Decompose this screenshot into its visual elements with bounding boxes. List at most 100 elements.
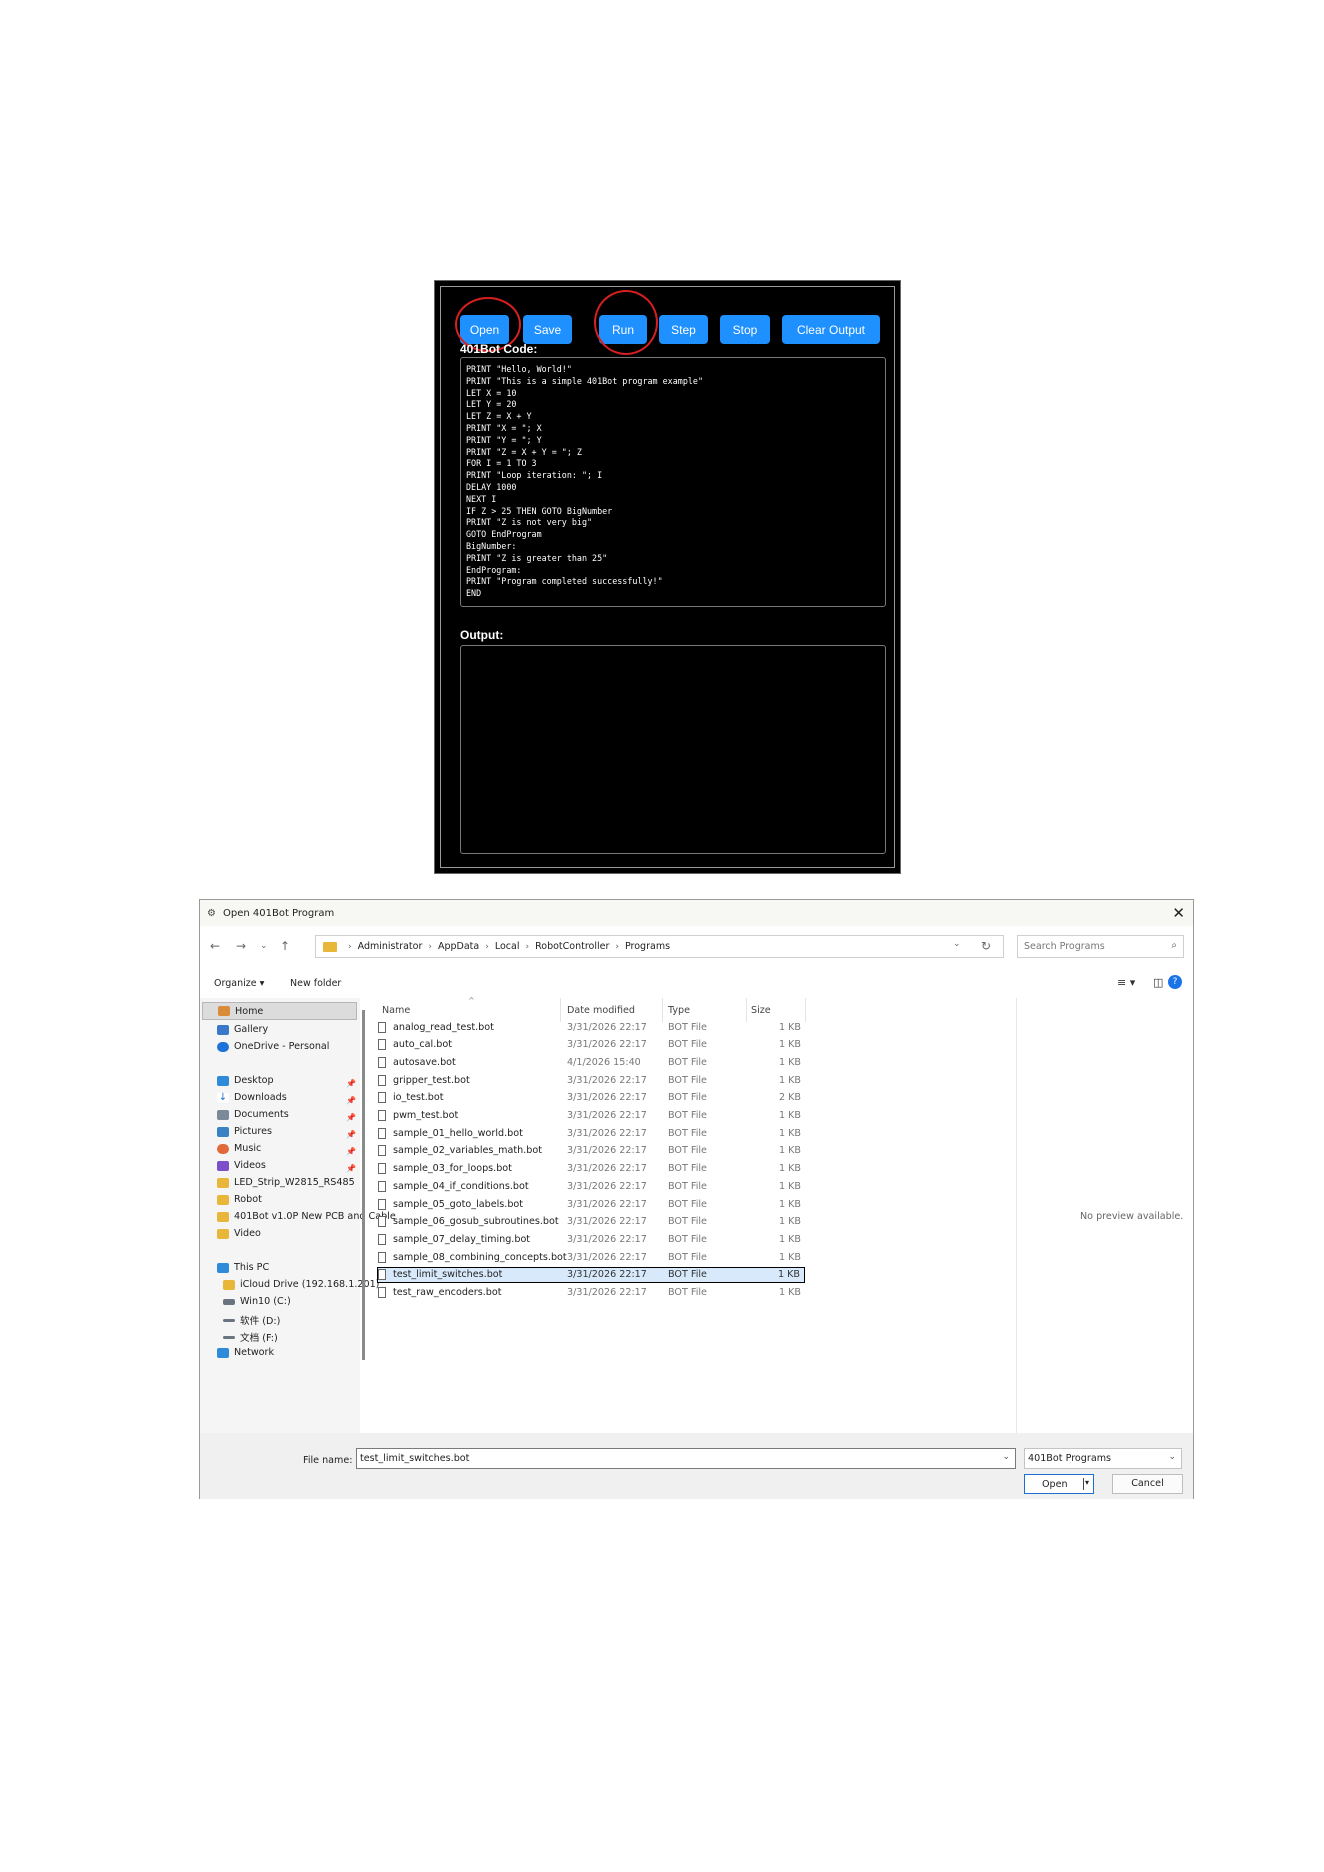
file-icon xyxy=(378,1269,386,1281)
nav-item-folder[interactable]: LED_Strip_W2815_RS485 xyxy=(217,1177,355,1188)
file-row[interactable]: sample_05_goto_labels.bot 3/31/2026 22:17… xyxy=(378,1196,805,1212)
file-type-cell: BOT File xyxy=(668,1180,707,1192)
file-date-cell: 3/31/2026 22:17 xyxy=(567,1021,647,1033)
file-size-cell: 1 KB xyxy=(778,1251,801,1263)
up-arrow-icon[interactable]: ↑ xyxy=(280,939,290,953)
file-type-cell: BOT File xyxy=(668,1251,707,1263)
breadcrumb-item[interactable]: AppData xyxy=(438,941,479,952)
preview-pane-icon[interactable]: ◫ xyxy=(1153,976,1163,989)
recent-chevron-icon[interactable]: ⌄ xyxy=(260,941,268,951)
column-header-type[interactable]: Type xyxy=(668,1005,690,1016)
code-line: FOR I = 1 TO 3 xyxy=(466,458,537,469)
dropdown-arrow-icon[interactable]: ▾ xyxy=(1085,1478,1089,1487)
help-icon[interactable]: ? xyxy=(1168,975,1182,989)
file-row[interactable]: sample_06_gosub_subroutines.bot 3/31/2026… xyxy=(378,1214,805,1230)
breadcrumb-item[interactable]: RobotController xyxy=(535,941,609,952)
breadcrumb-item[interactable]: Programs xyxy=(625,941,670,952)
file-row[interactable]: sample_08_combining_concepts.bot 3/31/202… xyxy=(378,1249,805,1265)
close-icon[interactable]: ✕ xyxy=(1172,904,1185,922)
code-line: PRINT "Z = X + Y = "; Z xyxy=(466,446,582,457)
file-name-cell: sample_01_hello_world.bot xyxy=(393,1127,523,1139)
nav-item-onedrive[interactable]: OneDrive - Personal xyxy=(217,1041,329,1052)
output-console xyxy=(460,645,886,854)
file-row[interactable]: analog_read_test.bot 3/31/2026 22:17 BOT F… xyxy=(378,1019,805,1035)
file-icon xyxy=(378,1198,386,1210)
forward-arrow-icon[interactable]: → xyxy=(236,939,246,953)
file-name-cell: sample_06_gosub_subroutines.bot xyxy=(393,1216,559,1228)
file-row[interactable]: test_raw_encoders.bot 3/31/2026 22:17 BOT … xyxy=(378,1285,805,1301)
organize-menu[interactable]: Organize ▾ xyxy=(214,978,264,989)
address-bar[interactable]: › Administrator › AppData › Local › Robo… xyxy=(315,935,1004,958)
drive-icon xyxy=(223,1318,235,1322)
chevron-down-icon[interactable]: ⌄ xyxy=(1002,1452,1010,1462)
breadcrumb-item[interactable]: Administrator xyxy=(358,941,423,952)
nav-item-folder[interactable]: Video xyxy=(217,1228,261,1239)
file-size-cell: 1 KB xyxy=(778,1039,801,1051)
nav-item-videos[interactable]: Videos xyxy=(217,1160,266,1171)
file-type-cell: BOT File xyxy=(668,1145,707,1157)
file-type-cell: BOT File xyxy=(668,1233,707,1245)
nav-item-drive[interactable]: 软件 (D:) xyxy=(223,1313,280,1327)
file-row[interactable]: pwm_test.bot 3/31/2026 22:17 BOT File 1 KB xyxy=(378,1108,805,1124)
file-name-cell: sample_08_combining_concepts.bot xyxy=(393,1251,567,1263)
nav-item-downloads[interactable]: ↓ Downloads xyxy=(217,1092,287,1103)
code-line: PRINT "X = "; X xyxy=(466,422,542,433)
nav-item-drive[interactable]: Win10 (C:) xyxy=(223,1296,291,1307)
file-row[interactable]: sample_02_variables_math.bot 3/31/2026 22… xyxy=(378,1143,805,1159)
cancel-button[interactable]: Cancel xyxy=(1112,1474,1183,1494)
file-name-cell: analog_read_test.bot xyxy=(393,1021,494,1033)
navigation-bar: ← → ⌄ ↑ › Administrator › AppData › Loca… xyxy=(200,930,1193,964)
file-row[interactable]: sample_04_if_conditions.bot 3/31/2026 22:… xyxy=(378,1178,805,1194)
file-row-selected[interactable]: test_limit_switches.bot 3/31/2026 22:17 BO… xyxy=(377,1266,805,1283)
file-row[interactable]: gripper_test.bot 3/31/2026 22:17 BOT File 1… xyxy=(378,1072,805,1088)
step-button[interactable]: Step xyxy=(659,315,708,344)
column-header-name[interactable]: Name xyxy=(382,1005,410,1016)
chevron-down-icon[interactable]: ⌄ xyxy=(953,939,961,949)
save-button[interactable]: Save xyxy=(523,315,572,344)
file-row[interactable]: autosave.bot 4/1/2026 15:40 BOT File 1 KB xyxy=(378,1054,805,1070)
nav-item-documents[interactable]: Documents xyxy=(217,1109,289,1120)
code-line: LET Z = X + Y xyxy=(466,411,532,422)
search-input[interactable]: Search Programs ⌕ xyxy=(1017,935,1184,958)
code-line: LET X = 10 xyxy=(466,387,517,398)
breadcrumb-item[interactable]: Local xyxy=(495,941,520,952)
column-header-size[interactable]: Size xyxy=(751,1005,771,1016)
dialog-open-button[interactable]: Open ▾ xyxy=(1024,1474,1094,1494)
file-list: ^ Name Date modified Type Size analog_re… xyxy=(368,996,1016,1453)
code-editor[interactable]: PRINT "Hello, World!" PRINT "This is a si… xyxy=(460,357,886,607)
file-icon xyxy=(378,1163,386,1175)
nav-item-music[interactable]: Music xyxy=(217,1143,261,1154)
editor-frame: Open Save Run Step Stop Clear Output 401… xyxy=(440,286,895,868)
file-icon xyxy=(378,1216,386,1228)
refresh-icon[interactable]: ↻ xyxy=(981,939,991,953)
file-name-input[interactable]: test_limit_switches.bot ⌄ xyxy=(356,1448,1016,1469)
nav-item-folder[interactable]: Robot xyxy=(217,1194,262,1205)
file-row[interactable]: io_test.bot 3/31/2026 22:17 BOT File 2 KB xyxy=(378,1090,805,1106)
nav-item-desktop[interactable]: Desktop xyxy=(217,1075,274,1086)
clear-output-button[interactable]: Clear Output xyxy=(782,315,880,344)
nav-item-this-pc[interactable]: This PC xyxy=(217,1262,269,1273)
file-date-cell: 4/1/2026 15:40 xyxy=(567,1056,641,1068)
file-type-cell: BOT File xyxy=(668,1092,707,1104)
file-type-select[interactable]: 401Bot Programs ⌄ xyxy=(1024,1448,1182,1469)
nav-item-drive[interactable]: 文档 (F:) xyxy=(223,1330,278,1344)
nav-item-home[interactable]: Home xyxy=(202,1002,357,1020)
nav-item-drive[interactable]: iCloud Drive (192.168.1.201) xyxy=(223,1279,379,1290)
file-date-cell: 3/31/2026 22:17 xyxy=(567,1092,647,1104)
folder-icon xyxy=(217,1228,229,1239)
view-options-icon[interactable]: ≡ ▾ xyxy=(1117,976,1135,989)
file-row[interactable]: auto_cal.bot 3/31/2026 22:17 BOT File 1 KB xyxy=(378,1037,805,1053)
chevron-down-icon: ⌄ xyxy=(1168,1452,1176,1462)
nav-item-pictures[interactable]: Pictures xyxy=(217,1126,272,1137)
file-row[interactable]: sample_07_delay_timing.bot 3/31/2026 22:1… xyxy=(378,1231,805,1247)
column-header-date[interactable]: Date modified xyxy=(567,1005,635,1016)
file-type-cell: BOT File xyxy=(668,1056,707,1068)
nav-item-gallery[interactable]: Gallery xyxy=(217,1024,268,1035)
nav-scrollbar[interactable] xyxy=(362,1010,365,1360)
nav-item-network[interactable]: Network xyxy=(217,1347,274,1358)
file-row[interactable]: sample_01_hello_world.bot 3/31/2026 22:17… xyxy=(378,1125,805,1141)
new-folder-button[interactable]: New folder xyxy=(290,978,341,989)
stop-button[interactable]: Stop xyxy=(720,315,770,344)
back-arrow-icon[interactable]: ← xyxy=(210,939,220,953)
file-row[interactable]: sample_03_for_loops.bot 3/31/2026 22:17 BO… xyxy=(378,1161,805,1177)
